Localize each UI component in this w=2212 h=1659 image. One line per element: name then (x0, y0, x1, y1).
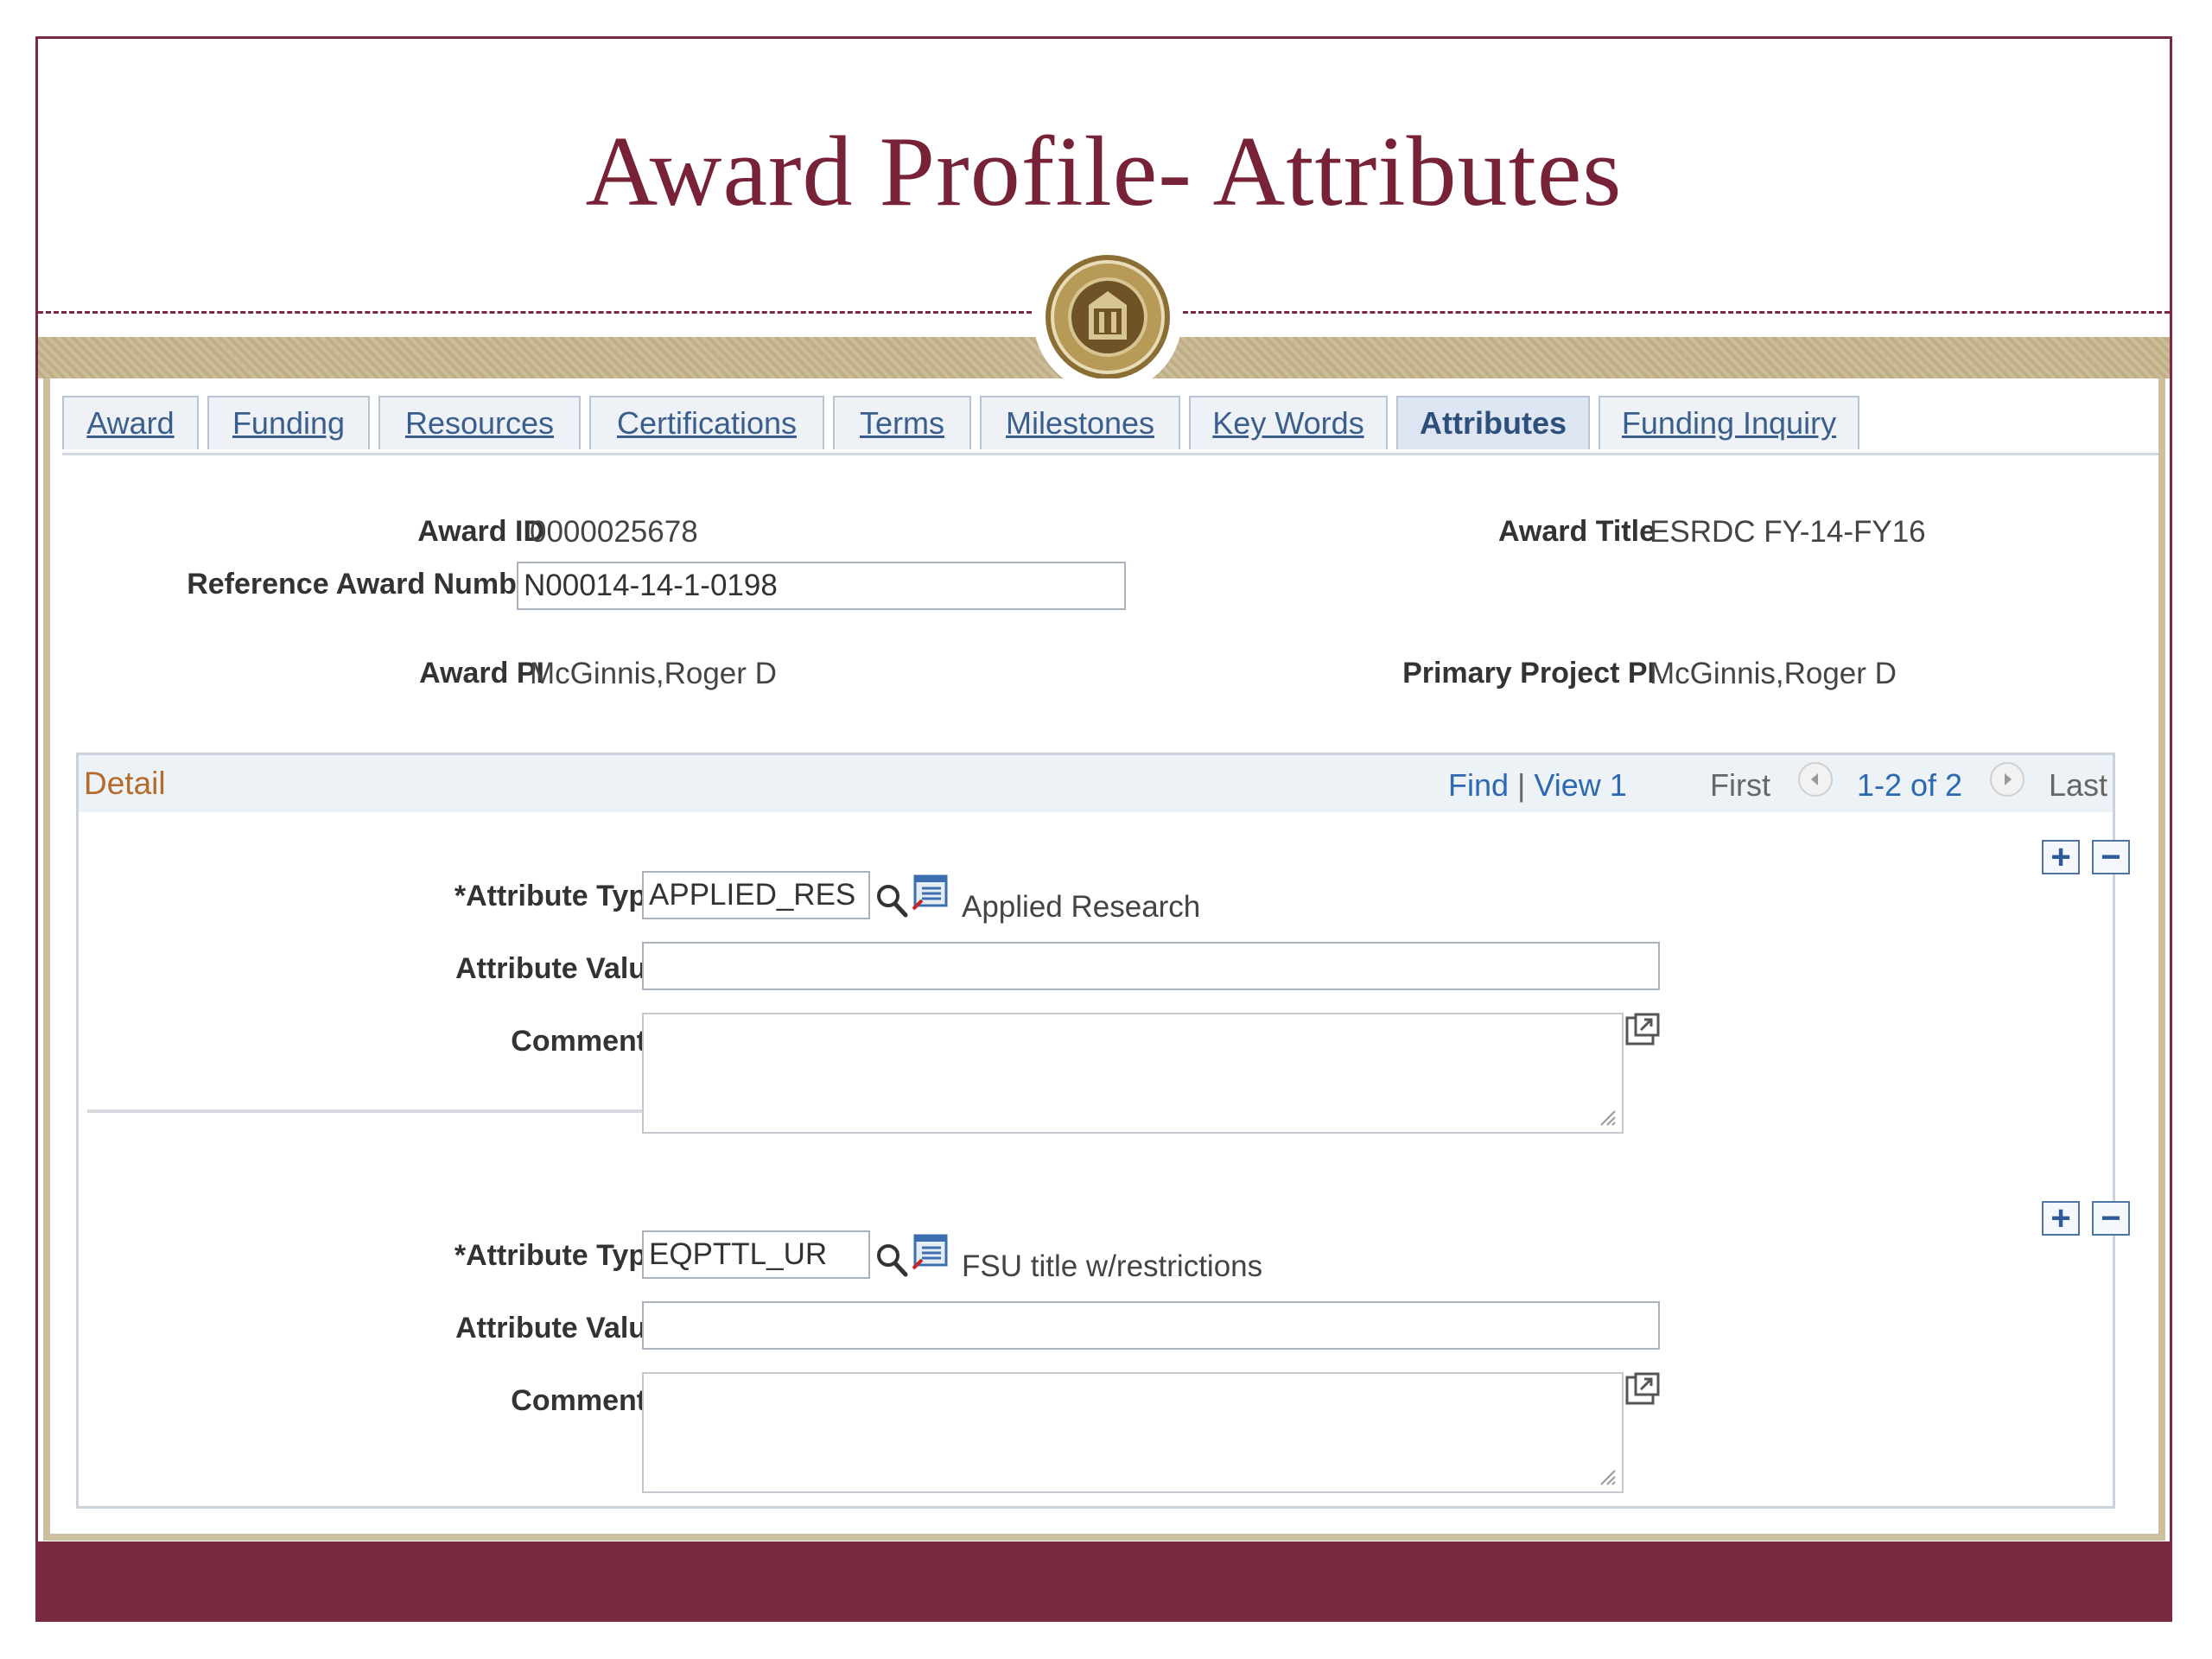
slide-title: Award Profile- Attributes (585, 117, 1623, 227)
resize-grip-icon[interactable] (1598, 1108, 1617, 1127)
divider-left (38, 311, 1032, 314)
delete-row-button[interactable]: − (2092, 840, 2130, 874)
tab-award[interactable]: Award (62, 396, 199, 449)
add-row-button[interactable]: + (2042, 1201, 2080, 1236)
university-seal-icon (1046, 255, 1170, 379)
row-range: 1-2 of 2 (1857, 767, 1963, 803)
tab-milestones[interactable]: Milestones (980, 396, 1180, 449)
attribute-description: Applied Research (962, 890, 1201, 924)
detail-header: Detail Find | View 1 First 1-2 of 2 Last (79, 755, 2113, 812)
reference-award-number-input[interactable]: N00014-14-1-0198 (517, 562, 1126, 610)
tab-funding-inquiry[interactable]: Funding Inquiry (1599, 396, 1859, 449)
next-row-icon[interactable] (1990, 762, 2024, 797)
tab-funding[interactable]: Funding (207, 396, 370, 449)
expand-textarea-icon[interactable] (1624, 1370, 1662, 1407)
tab-bar: Award Funding Resources Certifications T… (62, 396, 2158, 455)
footer-band (38, 1541, 2170, 1619)
prompt-list-icon[interactable] (912, 1232, 950, 1270)
attribute-type-input[interactable]: EQPTTL_UR (642, 1230, 870, 1279)
prompt-list-icon[interactable] (912, 873, 950, 911)
reference-award-number-label: Reference Award Number (187, 568, 544, 601)
slide: Award Profile- Attributes Award Funding … (35, 36, 2172, 1622)
primary-project-pi-label: Primary Project PI (1402, 657, 1656, 690)
delete-row-button[interactable]: − (2092, 1201, 2130, 1236)
detail-title: Detail (84, 766, 166, 801)
tab-resources[interactable]: Resources (378, 396, 581, 449)
previous-row-icon[interactable] (1798, 762, 1833, 797)
comments-label: Comments (511, 1384, 663, 1417)
tab-certifications[interactable]: Certifications (589, 396, 824, 449)
resize-grip-icon[interactable] (1598, 1467, 1617, 1486)
view-one-link[interactable]: View 1 (1534, 767, 1626, 803)
award-id-value: 0000025678 (530, 515, 698, 549)
attribute-description: FSU title w/restrictions (962, 1249, 1263, 1283)
tab-key-words[interactable]: Key Words (1189, 396, 1388, 449)
attribute-type-label: *Attribute Type (454, 1239, 663, 1272)
primary-project-pi-value: McGinnis,Roger D (1649, 657, 1897, 690)
detail-grid: Detail Find | View 1 First 1-2 of 2 Last… (76, 753, 2130, 1509)
comments-label: Comments (511, 1025, 663, 1058)
award-id-label: Award ID (417, 515, 544, 548)
award-pi-label: Award PI (419, 657, 544, 690)
attribute-value-label: Attribute Value (455, 1312, 663, 1344)
attribute-value-label: Attribute Value (455, 952, 663, 985)
magnifier-icon[interactable] (875, 1243, 910, 1279)
add-row-button[interactable]: + (2042, 840, 2080, 874)
find-link[interactable]: Find (1448, 767, 1509, 803)
magnifier-icon[interactable] (875, 883, 910, 919)
award-title-label: Award Title (1497, 515, 1656, 548)
attribute-type-label: *Attribute Type (454, 880, 663, 912)
award-pi-value: McGinnis,Roger D (530, 657, 777, 690)
award-title-value: ESRDC FY-14-FY16 (1649, 515, 1926, 549)
peoplesoft-screen: Award Funding Resources Certifications T… (43, 378, 2165, 1541)
tab-attributes[interactable]: Attributes (1396, 396, 1590, 449)
comments-textarea[interactable] (642, 1372, 1624, 1493)
first-label: First (1710, 767, 1770, 803)
attribute-value-input[interactable] (642, 942, 1660, 990)
attribute-type-input[interactable]: APPLIED_RES (642, 871, 870, 919)
expand-textarea-icon[interactable] (1624, 1011, 1662, 1047)
last-label: Last (2049, 767, 2108, 803)
comments-textarea[interactable] (642, 1013, 1624, 1134)
divider-right (1183, 311, 2170, 314)
tab-terms[interactable]: Terms (833, 396, 971, 449)
attribute-value-input[interactable] (642, 1301, 1660, 1350)
nav-separator: | (1517, 767, 1526, 803)
row-separator (87, 1109, 642, 1113)
